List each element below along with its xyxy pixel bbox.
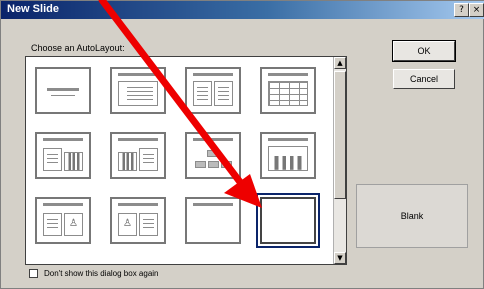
red-arrow-annotation <box>98 0 262 208</box>
arrow-head <box>224 174 262 208</box>
arrow-shaft <box>98 0 244 186</box>
